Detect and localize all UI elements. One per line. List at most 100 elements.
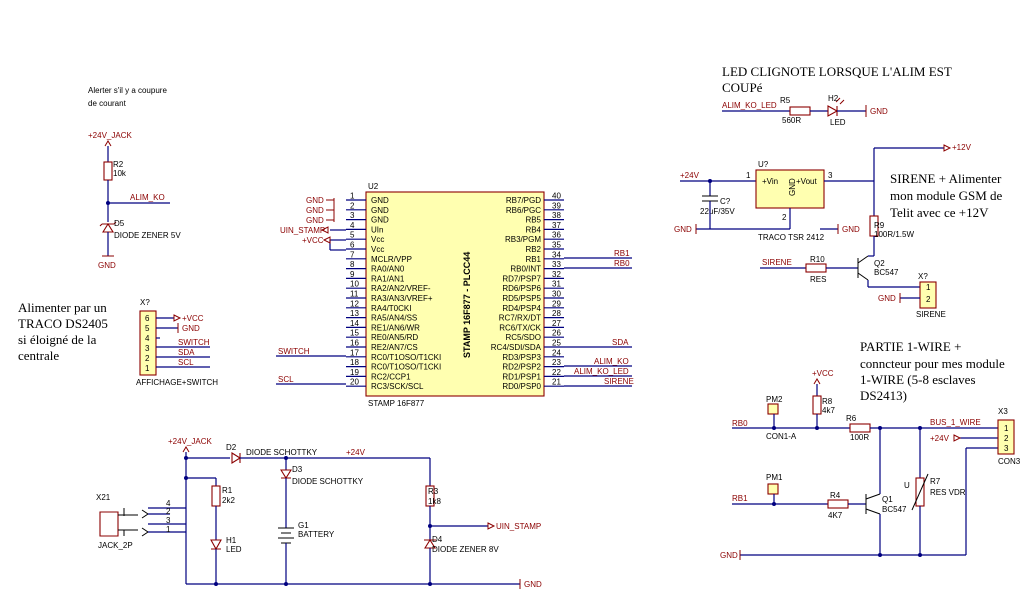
u2-pin-name: GND: [371, 216, 389, 225]
u2-pin-number: 21: [552, 378, 561, 387]
h2-ref: H2: [828, 94, 839, 103]
u2-pin-name: RE0/AN5/RD: [371, 333, 418, 342]
note-alerter-line2: de courant: [88, 99, 127, 108]
r2-ref: R2: [113, 160, 124, 169]
r8-value: 4k7: [822, 406, 835, 415]
u2-pin-number: 7: [350, 250, 355, 259]
d3-value: DIODE SCHOTTKY: [292, 477, 364, 486]
u2-pin-number: 34: [552, 250, 561, 259]
x3-ref: X3: [998, 407, 1008, 416]
r10-value: RES: [810, 275, 826, 284]
sirene-conn-name: SIRENE: [916, 310, 946, 319]
net-vcc-aff: +VCC: [182, 314, 204, 323]
note-alimenter-line4: centrale: [18, 348, 59, 363]
note-led-line1: LED CLIGNOTE LORSQUE L'ALIM EST: [722, 64, 952, 79]
gnd-sirene: GND: [878, 294, 896, 303]
gnd-reg-1: GND: [674, 225, 692, 234]
note-onewire-line2: conncteur pour mes module: [860, 356, 1005, 371]
q1-ref: Q1: [882, 495, 893, 504]
u2-pin-number: 25: [552, 339, 561, 348]
affichage-ref: X?: [140, 298, 150, 307]
gnd-led: GND: [870, 107, 888, 116]
net-rb1-onewire: RB1: [732, 494, 748, 503]
r3-value: 1k8: [428, 497, 441, 506]
u2-pin-number: 17: [350, 348, 359, 357]
gnd-alerter: GND: [98, 261, 116, 270]
u2-pin-name: RD1/PSP1: [502, 372, 541, 381]
d3-ref: D3: [292, 465, 303, 474]
u7-pin2: 2: [782, 213, 787, 222]
net-24v-jack-alerter: +24V_JACK: [88, 131, 132, 140]
net-uin-stamp: UIN_STAMP: [280, 226, 325, 235]
net-rb0-onewire: RB0: [732, 419, 748, 428]
affichage-pin-number: 6: [145, 314, 150, 323]
net-rb0-u2: RB0: [614, 259, 630, 268]
u2-pin-name: RC6/TX/CK: [499, 323, 541, 332]
g1-value: BATTERY: [298, 530, 335, 539]
note-onewire-line4: DS2413): [860, 388, 907, 403]
u2-pin-number: 40: [552, 192, 561, 201]
d4-value: DIODE ZENER 8V: [432, 545, 499, 554]
u2-pin-number: 39: [552, 201, 561, 210]
net-gnd-aff: GND: [182, 324, 200, 333]
u2-pin-number: 38: [552, 211, 561, 220]
u2-pin-number: 28: [552, 309, 561, 318]
u2-pin-name: RE1/AN6/WR: [371, 323, 420, 332]
u2-pin-number: 37: [552, 221, 561, 230]
r4-value: 4K7: [828, 511, 843, 520]
net-rb1-u2: RB1: [614, 249, 630, 258]
r10-ref: R10: [810, 255, 825, 264]
r7-ref: R7: [930, 477, 941, 486]
affichage-connector: X? 654321 AFFICHAGE+SWITCH +VCC GND SWIT…: [136, 298, 218, 387]
u2-pin-number: 24: [552, 348, 561, 357]
led-circuit: ALIM_KO_LED R5 560R H2 LED GND: [722, 94, 888, 127]
r1-value: 2k2: [222, 496, 235, 505]
u2-pin-number: 18: [350, 358, 359, 367]
u2-pin-number: 8: [350, 260, 355, 269]
sirene-conn-p1: 1: [926, 283, 931, 292]
r6-value: 100R: [850, 433, 869, 442]
u2-pin-name: RB5: [525, 216, 541, 225]
note-led-line2: COUPé: [722, 80, 763, 95]
u2-part-name: STAMP 16F877 - PLCC44: [462, 252, 472, 358]
u2-footer: STAMP 16F877: [368, 399, 425, 408]
net-24v-reg: +24V: [680, 171, 700, 180]
u2-pin-name: RB3/PGM: [505, 235, 541, 244]
u2-pin-name: RB2: [525, 245, 541, 254]
sirene-conn-ref: X?: [918, 272, 928, 281]
sirene-conn-p2: 2: [926, 295, 931, 304]
u2-pin-name: RA5/AN4/SS: [371, 314, 417, 323]
u2-pin-name: RC5/SDO: [505, 333, 541, 342]
u2-pin-name: Vcc: [371, 235, 384, 244]
u2-pin-name: RB4: [525, 225, 541, 234]
u2-pin-number: 3: [350, 211, 355, 220]
g1-ref: G1: [298, 521, 309, 530]
net-sda-u2: SDA: [612, 338, 629, 347]
x3-pin2: 2: [1004, 434, 1009, 443]
u2-pin-name: RD0/PSP0: [502, 382, 541, 391]
affichage-pin-number: 2: [145, 354, 150, 363]
net-alim-ko-led: ALIM_KO_LED: [722, 101, 777, 110]
d4-ref: D4: [432, 535, 443, 544]
u2-pin-number: 13: [350, 309, 359, 318]
affichage-name: AFFICHAGE+SWITCH: [136, 378, 218, 387]
u2-pin-number: 22: [552, 368, 561, 377]
u2-pin-number: 23: [552, 358, 561, 367]
affichage-pin-number: 4: [145, 334, 150, 343]
gnd-power: GND: [524, 580, 542, 589]
note-onewire-line3: 1-WIRE (5-8 esclaves: [860, 372, 976, 387]
c7-ref: C?: [720, 197, 731, 206]
net-sirene-circuit: SIRENE: [762, 258, 792, 267]
u2-ref: U2: [368, 182, 379, 191]
u2-pin-name: GND: [371, 206, 389, 215]
u2-pin-name: RB0/INT: [510, 265, 541, 274]
u2-pin-number: 14: [350, 319, 359, 328]
u2-pin-number: 26: [552, 329, 561, 338]
u2-pin-name: GND: [371, 196, 389, 205]
net-24v-onewire: +24V: [930, 434, 950, 443]
r5-value: 560R: [782, 116, 801, 125]
x3-pin3: 3: [1004, 444, 1009, 453]
u2-pin-number: 27: [552, 319, 561, 328]
u2-pin-name: RC0/T1OSO/T1CKI: [371, 363, 441, 372]
note-onewire-line1: PARTIE 1-WIRE +: [860, 339, 961, 354]
